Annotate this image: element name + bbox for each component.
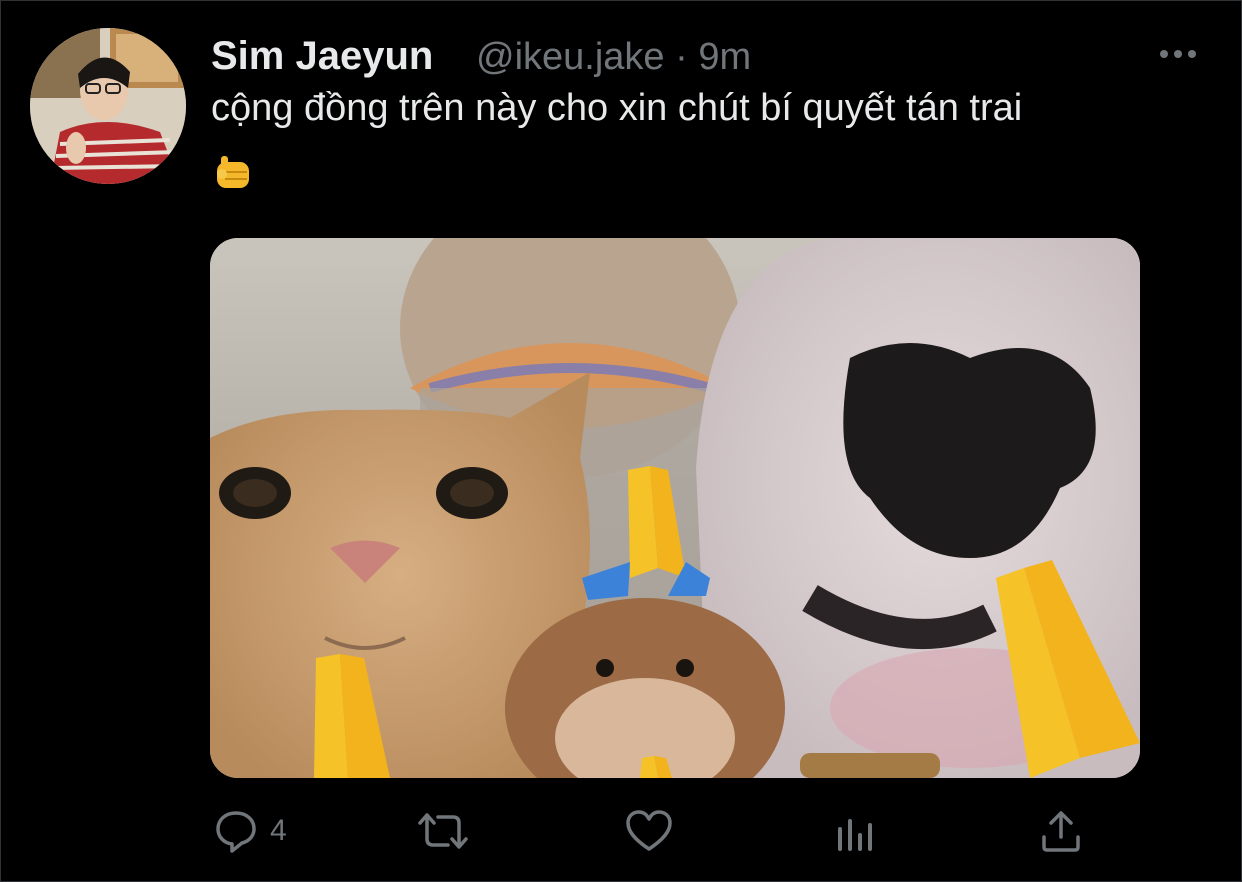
oncoming-fist-emoji [217, 156, 249, 188]
tweet-media-image[interactable] [210, 238, 1140, 778]
retweet-icon [418, 813, 468, 849]
analytics-button[interactable] [832, 804, 880, 858]
author-handle[interactable]: @ikeu.jake [476, 36, 665, 78]
avatar[interactable] [30, 28, 186, 184]
tweet-text: cộng đồng trên này cho xin chút bí quyết… [211, 87, 1023, 129]
meme-image [210, 238, 1140, 778]
analytics-icon [838, 819, 872, 851]
reply-icon [216, 811, 256, 853]
avatar-photo [30, 28, 186, 184]
author-name[interactable]: Sim Jaeyun [211, 34, 433, 79]
share-button[interactable] [1036, 804, 1086, 858]
separator-dot: · [675, 36, 688, 78]
reply-count: 4 [270, 814, 287, 847]
reply-button[interactable]: 4 [212, 804, 287, 858]
share-icon [1042, 811, 1080, 852]
more-options-icon[interactable] [1158, 40, 1198, 68]
tweet-time[interactable]: 9m [698, 36, 751, 78]
retweet-button[interactable] [414, 804, 472, 858]
like-icon [626, 810, 672, 851]
like-button[interactable] [624, 804, 674, 858]
tweet-actions: 4 [0, 804, 1242, 858]
author-meta: @ikeu.jake · 9m [476, 36, 751, 79]
